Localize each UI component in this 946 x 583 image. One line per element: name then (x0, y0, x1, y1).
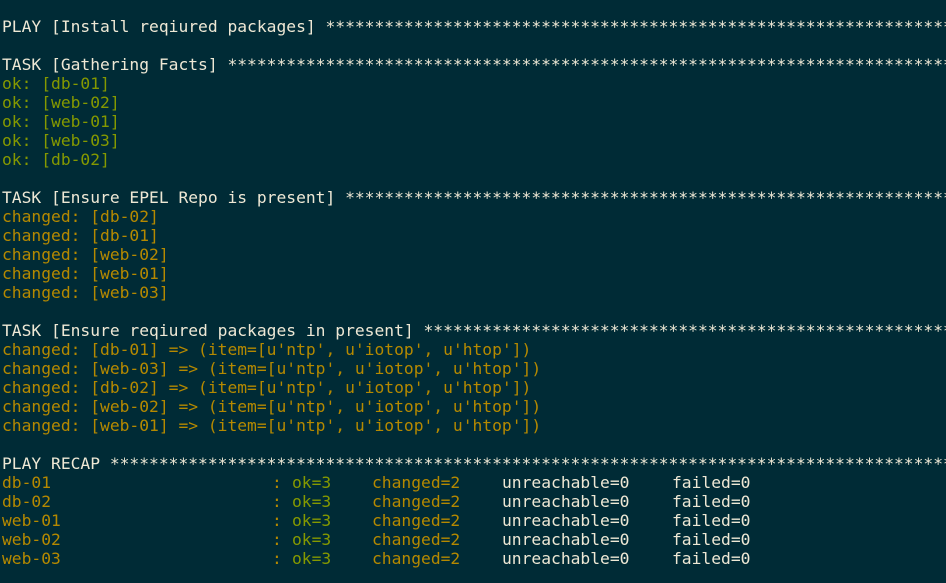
recap-changed: changed=2 (372, 530, 461, 549)
task-result-line: ok: [db-02] (2, 150, 110, 169)
task-result-line: changed: [web-01] (2, 264, 169, 283)
recap-row: web-01 : ok=3 changed=2 unreachable=0 fa… (2, 511, 946, 530)
task-result-line: ok: [db-01] (2, 74, 110, 93)
recap-unreachable: unreachable=0 (502, 492, 630, 511)
recap-ok: ok=3 (292, 549, 332, 568)
task-result-line: changed: [db-02] => (item=[u'ntp', u'iot… (2, 378, 532, 397)
recap-failed: failed=0 (672, 549, 751, 568)
recap-failed: failed=0 (672, 473, 751, 492)
recap-failed: failed=0 (672, 530, 751, 549)
recap-row: db-02 : ok=3 changed=2 unreachable=0 fai… (2, 492, 946, 511)
terminal-output: PLAY [Install reqiured packages] *******… (2, 17, 946, 568)
task-header: TASK [Gathering Facts] *****************… (2, 55, 946, 74)
recap-unreachable: unreachable=0 (502, 530, 630, 549)
task-result-line: changed: [web-02] (2, 245, 169, 264)
recap-ok: ok=3 (292, 530, 332, 549)
recap-ok: ok=3 (292, 473, 332, 492)
task-header: TASK [Ensure EPEL Repo is present] *****… (2, 188, 946, 207)
recap-row: web-02 : ok=3 changed=2 unreachable=0 fa… (2, 530, 946, 549)
recap-unreachable: unreachable=0 (502, 511, 630, 530)
task-result-line: ok: [web-02] (2, 93, 120, 112)
task-result-line: ok: [web-01] (2, 112, 120, 131)
task-result-line: changed: [web-01] => (item=[u'ntp', u'io… (2, 416, 542, 435)
recap-colon: : (272, 549, 282, 568)
recap-colon: : (272, 511, 282, 530)
recap-ok: ok=3 (292, 511, 332, 530)
task-result-line: changed: [web-03] => (item=[u'ntp', u'io… (2, 359, 542, 378)
recap-changed: changed=2 (372, 473, 461, 492)
recap-host: web-03 (2, 549, 61, 568)
recap-changed: changed=2 (372, 511, 461, 530)
recap-host: web-02 (2, 530, 61, 549)
recap-colon: : (272, 473, 282, 492)
recap-failed: failed=0 (672, 492, 751, 511)
recap-row: web-03 : ok=3 changed=2 unreachable=0 fa… (2, 549, 946, 568)
recap-host: db-01 (2, 473, 52, 492)
task-header: TASK [Ensure reqiured packages in presen… (2, 321, 946, 340)
task-result-line: changed: [db-02] (2, 207, 159, 226)
play-header: PLAY [Install reqiured packages] *******… (2, 17, 946, 36)
recap-host: db-02 (2, 492, 52, 511)
recap-ok: ok=3 (292, 492, 332, 511)
recap-colon: : (272, 492, 282, 511)
recap-unreachable: unreachable=0 (502, 549, 630, 568)
task-result-line: changed: [db-01] => (item=[u'ntp', u'iot… (2, 340, 532, 359)
task-result-line: changed: [web-02] => (item=[u'ntp', u'io… (2, 397, 542, 416)
recap-changed: changed=2 (372, 492, 461, 511)
task-result-line: changed: [web-03] (2, 283, 169, 302)
recap-changed: changed=2 (372, 549, 461, 568)
recap-row: db-01 : ok=3 changed=2 unreachable=0 fai… (2, 473, 946, 492)
recap-colon: : (272, 530, 282, 549)
recap-failed: failed=0 (672, 511, 751, 530)
task-result-line: changed: [db-01] (2, 226, 159, 245)
task-result-line: ok: [web-03] (2, 131, 120, 150)
recap-host: web-01 (2, 511, 61, 530)
recap-header: PLAY RECAP *****************************… (2, 454, 946, 473)
recap-unreachable: unreachable=0 (502, 473, 630, 492)
